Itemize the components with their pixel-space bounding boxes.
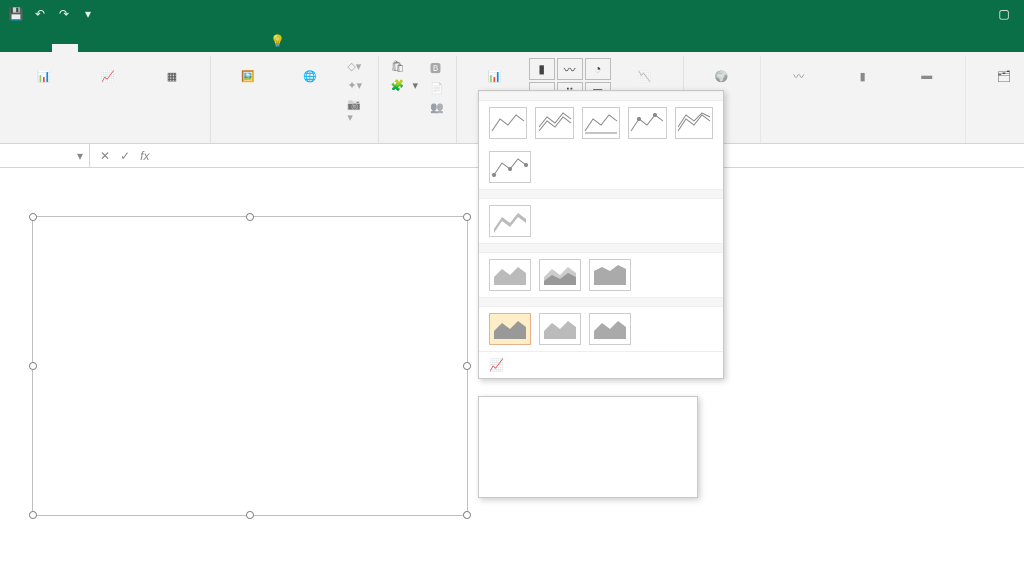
tab-review[interactable] <box>156 44 182 52</box>
tell-me[interactable]: 💡 <box>260 30 301 52</box>
area-3d-1[interactable] <box>489 313 531 345</box>
title-bar: 💾 ↶ ↷ ▾ ▢ <box>0 0 1024 28</box>
group-filters-label <box>974 139 1024 141</box>
addin-icons[interactable]: 🅱📄👥 <box>426 58 448 116</box>
sparkline-line[interactable]: 〰 <box>769 58 829 94</box>
ribbon-tabs: 💡 <box>0 28 1024 52</box>
tab-formulas[interactable] <box>104 44 130 52</box>
enter-icon[interactable]: ✓ <box>120 149 130 163</box>
sparkline-column[interactable]: ▮ <box>833 58 893 94</box>
line-chart-1[interactable] <box>489 107 527 139</box>
online-pictures-button[interactable]: 🌐 <box>281 58 339 94</box>
group-illustrations-label <box>219 139 370 141</box>
chart-type-tooltip <box>478 396 698 498</box>
shapes-stack[interactable]: ◇▾✦▾📷▾ <box>343 58 369 126</box>
flyout-3d-area-label <box>479 297 723 307</box>
slicer-button[interactable]: 🗂 <box>974 58 1024 94</box>
tab-data[interactable] <box>130 44 156 52</box>
recommended-charts-button[interactable]: 📊 <box>465 58 525 94</box>
tab-file[interactable] <box>0 44 26 52</box>
3d-line-1[interactable] <box>489 205 531 237</box>
recommended-pivottables-button[interactable]: 📈 <box>78 58 138 94</box>
table-button[interactable]: ▦ <box>142 58 202 94</box>
tab-view[interactable] <box>182 44 208 52</box>
area-3d-3[interactable] <box>589 313 631 345</box>
sign-in[interactable] <box>998 44 1024 52</box>
pictures-button[interactable]: 🖼️ <box>219 58 277 94</box>
line-chart-5[interactable] <box>675 107 713 139</box>
sparkline-winloss[interactable]: ▬ <box>897 58 957 94</box>
save-icon[interactable]: 💾 <box>6 7 26 21</box>
more-line-charts[interactable]: 📈 <box>479 351 723 378</box>
line-chart-icon: 〰 <box>557 58 583 80</box>
line-chart-3[interactable] <box>582 107 620 139</box>
undo-icon[interactable]: ↶ <box>30 7 50 21</box>
flyout-2d-area-label <box>479 243 723 253</box>
pivottable-button[interactable]: 📊 <box>14 58 74 94</box>
my-addins-button[interactable]: 🧩 ▾ <box>387 77 422 94</box>
tab-insert[interactable] <box>52 44 78 52</box>
quick-access-toolbar: 💾 ↶ ↷ ▾ <box>0 7 104 21</box>
area-3d-2[interactable] <box>539 313 581 345</box>
group-tables-label <box>14 139 202 141</box>
flyout-2d-line-label <box>479 91 723 101</box>
fx-icon[interactable]: fx <box>140 149 149 163</box>
line-chart-6[interactable] <box>489 151 531 183</box>
line-chart-2[interactable] <box>535 107 573 139</box>
redo-icon[interactable]: ↷ <box>54 7 74 21</box>
flyout-3d-line-label <box>479 189 723 199</box>
pie-chart-icon: ◔ <box>585 58 611 80</box>
chart-plot-area[interactable] <box>69 233 457 403</box>
area-2d-2[interactable] <box>539 259 581 291</box>
line-chart-flyout: 📈 <box>478 90 724 379</box>
embedded-chart[interactable] <box>32 216 468 516</box>
pivotchart-button[interactable]: 📉 <box>615 58 675 94</box>
tab-home[interactable] <box>26 44 52 52</box>
name-box[interactable]: ▾ <box>0 144 90 167</box>
bar-chart-icon: ▮ <box>529 58 555 80</box>
line-chart-4[interactable] <box>628 107 666 139</box>
cancel-icon[interactable]: ✕ <box>100 149 110 163</box>
group-addins-label <box>387 139 448 141</box>
tab-page-layout[interactable] <box>78 44 104 52</box>
area-2d-1[interactable] <box>489 259 531 291</box>
tab-design[interactable] <box>208 44 234 52</box>
area-2d-3[interactable] <box>589 259 631 291</box>
tab-format[interactable] <box>234 44 260 52</box>
ribbon-display-icon[interactable]: ▢ <box>984 7 1024 21</box>
qat-more-icon[interactable]: ▾ <box>78 7 98 21</box>
store-button[interactable]: 🛍 <box>387 58 422 75</box>
3d-map-button[interactable]: 🌍 <box>692 58 752 94</box>
